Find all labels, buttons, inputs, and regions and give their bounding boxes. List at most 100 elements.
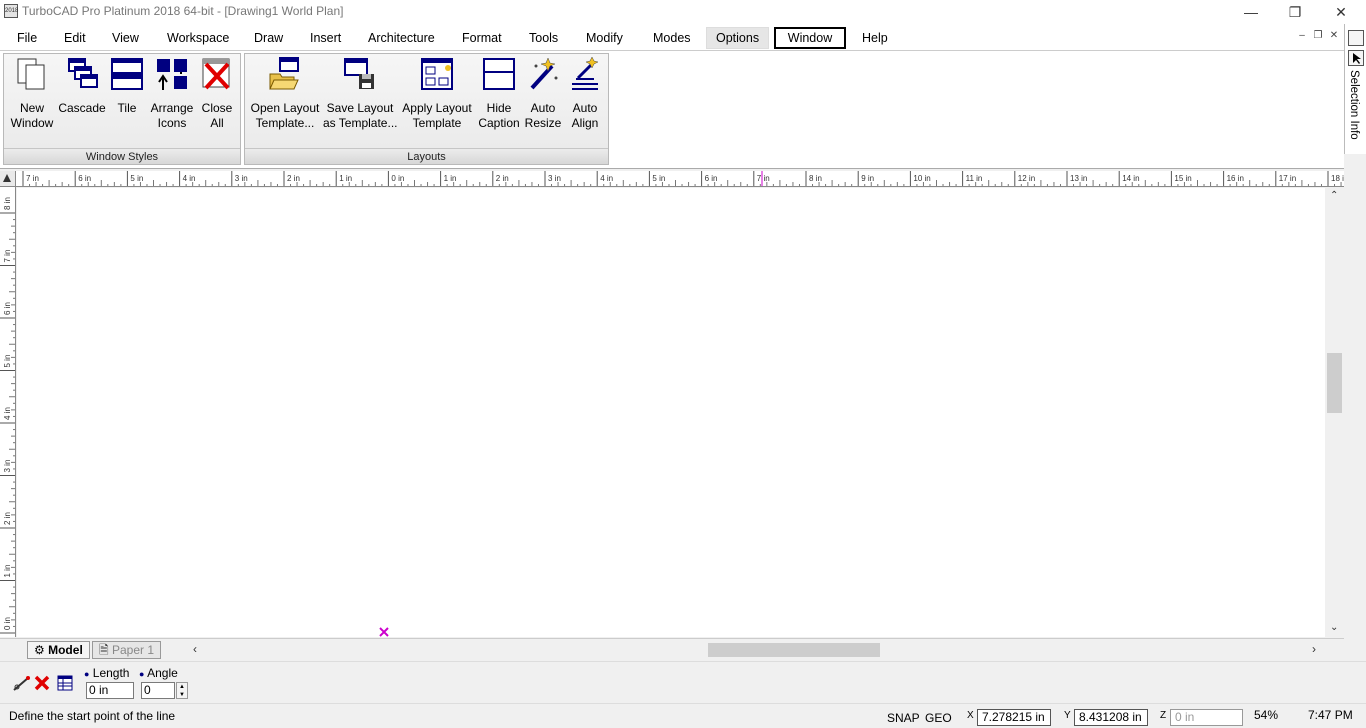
menu-window[interactable]: Window xyxy=(774,27,846,49)
minimize-button[interactable]: — xyxy=(1228,0,1274,24)
z-coordinate[interactable]: 0 in xyxy=(1170,709,1243,726)
zoom-level[interactable]: 54% xyxy=(1254,708,1278,722)
panel-pin-icon[interactable] xyxy=(1348,30,1364,46)
arrange-icons-button[interactable]: Arrange Icons xyxy=(149,56,195,131)
ruler-h-label: 3 in xyxy=(235,174,248,183)
menu-modes[interactable]: Modes xyxy=(643,27,701,49)
magic-wand-icon xyxy=(530,57,558,90)
open-layout-template-label: Open Layout Template... xyxy=(250,101,320,130)
ruler-h-label: 16 in xyxy=(1227,174,1244,183)
menu-bar: File Edit View Workspace Draw Insert Arc… xyxy=(0,24,1344,51)
horizontal-ruler[interactable]: 7 in 6 in 5 in 4 in 3 in 2 in 1 in 0 in 1 in 2 in… xyxy=(16,171,1344,187)
snap-toggle[interactable]: SNAP xyxy=(887,711,920,725)
ruler-h-label: 17 in xyxy=(1279,174,1296,183)
length-input[interactable]: 0 in xyxy=(86,682,134,699)
tile-label: Tile xyxy=(117,101,137,115)
menu-tools[interactable]: Tools xyxy=(519,27,568,49)
scroll-right-icon[interactable]: › xyxy=(1312,642,1316,656)
z-axis-label: Z xyxy=(1160,710,1167,721)
menu-architecture[interactable]: Architecture xyxy=(358,27,445,49)
save-layout-icon xyxy=(344,58,374,89)
close-icon: ✕ xyxy=(1335,3,1347,20)
close-button[interactable]: ✕ xyxy=(1318,0,1364,24)
selection-info-label[interactable]: Selection Info xyxy=(1348,70,1360,140)
save-layout-template-button[interactable]: Save Layout as Template... xyxy=(323,56,397,131)
doc-minimize-button[interactable]: – xyxy=(1295,30,1309,44)
menu-edit[interactable]: Edit xyxy=(54,27,96,49)
tab-paper-1[interactable]: 🗎 Paper 1 xyxy=(92,641,162,659)
tab-model[interactable]: ⚙ Model xyxy=(27,641,90,659)
ruler-v-label: 2 in xyxy=(3,512,12,525)
hide-caption-icon xyxy=(483,58,515,90)
apply-layout-icon xyxy=(421,58,453,90)
ruler-h-label: 4 in xyxy=(183,174,196,183)
ruler-h-label: 4 in xyxy=(600,174,613,183)
menu-modify[interactable]: Modify xyxy=(576,27,633,49)
close-all-button[interactable]: Close All xyxy=(197,56,237,131)
menu-view[interactable]: View xyxy=(102,27,149,49)
doc-restore-button[interactable]: ❐ xyxy=(1311,30,1325,44)
length-label-text: Length xyxy=(92,666,130,680)
menu-workspace[interactable]: Workspace xyxy=(157,27,239,49)
scroll-down-icon[interactable]: ⌄ xyxy=(1330,622,1338,633)
arrange-icons-icon xyxy=(157,59,187,90)
ruler-h-label: 6 in xyxy=(78,174,91,183)
cascade-button[interactable]: Cascade xyxy=(58,56,106,116)
menu-draw[interactable]: Draw xyxy=(244,27,293,49)
horizontal-scrollbar[interactable]: ‹ › xyxy=(190,641,1330,659)
ruler-corner[interactable] xyxy=(0,171,16,187)
menu-insert[interactable]: Insert xyxy=(300,27,351,49)
length-label: ● Length xyxy=(84,666,129,680)
menu-help[interactable]: Help xyxy=(852,27,898,49)
vertical-ruler[interactable]: 8 in 7 in 6 in 5 in 4 in 3 in 2 in 1 in 0 in xyxy=(0,187,16,637)
x-coordinate[interactable]: 7.278215 in xyxy=(977,709,1051,726)
y-coordinate[interactable]: 8.431208 in xyxy=(1074,709,1148,726)
horizontal-scroll-thumb[interactable] xyxy=(708,643,880,657)
open-layout-template-button[interactable]: Open Layout Template... xyxy=(249,56,321,131)
magic-wand-align-icon xyxy=(572,56,599,90)
table-icon[interactable] xyxy=(57,675,73,691)
hide-caption-button[interactable]: Hide Caption xyxy=(477,56,521,131)
inspector-bar: ● Length 0 in ● Angle 0 ▲ ▼ xyxy=(0,661,1366,703)
clock: 7:47 PM xyxy=(1308,708,1353,722)
doc-close-button[interactable]: ✕ xyxy=(1327,30,1341,44)
close-all-icon xyxy=(202,58,230,90)
tile-icon xyxy=(111,58,143,90)
selection-info-panel[interactable]: Selection Info xyxy=(1344,24,1366,154)
vertical-scrollbar[interactable]: ⌃ ⌄ xyxy=(1325,188,1344,637)
scroll-up-icon[interactable]: ⌃ xyxy=(1330,190,1338,201)
auto-resize-button[interactable]: Auto Resize xyxy=(523,56,563,131)
cancel-icon[interactable] xyxy=(34,675,50,691)
status-prompt: Define the start point of the line xyxy=(9,709,176,723)
minimize-icon: – xyxy=(1299,30,1305,41)
menu-file[interactable]: File xyxy=(7,27,47,49)
geo-toggle[interactable]: GEO xyxy=(925,711,952,725)
auto-align-button[interactable]: Auto Align xyxy=(565,56,605,131)
cursor-marker-icon xyxy=(379,627,389,637)
menu-options[interactable]: Options xyxy=(706,27,770,49)
tile-button[interactable]: Tile xyxy=(108,56,146,116)
model-icon: ⚙ xyxy=(34,643,45,657)
ruler-h-label: 0 in xyxy=(391,174,404,183)
restore-icon: ❐ xyxy=(1288,3,1302,20)
menu-format[interactable]: Format xyxy=(452,27,512,49)
tab-paper-label: Paper 1 xyxy=(112,643,155,657)
pointer-icon[interactable] xyxy=(1348,50,1364,66)
lock-icon: ● xyxy=(139,669,145,679)
line-tool-icon[interactable] xyxy=(12,674,32,692)
arrow-up-icon xyxy=(3,174,11,182)
x-axis-label: X xyxy=(967,710,974,721)
ruler-h-label: 8 in xyxy=(809,174,822,183)
group-layouts: Open Layout Template... Save Layout as T… xyxy=(244,53,609,165)
drawing-canvas[interactable] xyxy=(17,188,1325,637)
auto-align-label: Auto Align xyxy=(571,101,599,130)
scroll-left-icon[interactable]: ‹ xyxy=(193,642,197,656)
vertical-scroll-thumb[interactable] xyxy=(1327,353,1342,413)
new-window-button[interactable]: New Window xyxy=(9,56,55,131)
ruler-h-label: 5 in xyxy=(130,174,143,183)
restore-button[interactable]: ❐ xyxy=(1272,0,1318,24)
angle-input[interactable]: 0 xyxy=(141,682,175,699)
angle-label-text: Angle xyxy=(147,666,178,680)
angle-stepper[interactable]: ▲ ▼ xyxy=(176,682,188,699)
apply-layout-template-button[interactable]: Apply Layout Template xyxy=(399,56,475,131)
